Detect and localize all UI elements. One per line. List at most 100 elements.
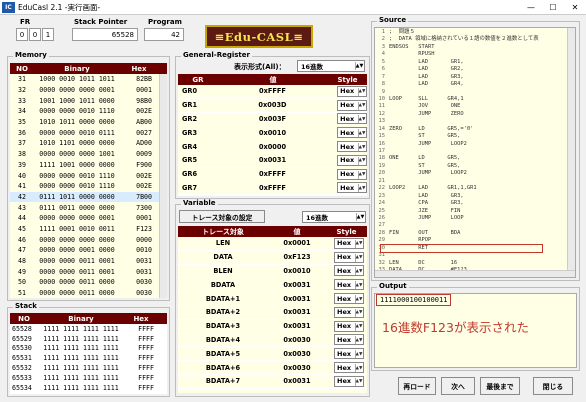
variable-name: BDATA+5 bbox=[205, 349, 241, 358]
stack-binary: 1111 1111 1111 1111 bbox=[43, 364, 119, 373]
trace-target-button[interactable]: トレース対象の設定 bbox=[179, 210, 265, 223]
display-mode-select[interactable]: 16進数 ▲▼ bbox=[297, 60, 365, 72]
stack-row[interactable]: 65534 1111 1111 1111 1111 FFFF bbox=[10, 382, 167, 393]
source-line-number: 22 bbox=[378, 185, 386, 192]
memory-row[interactable]: 49 0000 0000 0011 0001 0031 bbox=[10, 266, 167, 278]
register-style-select[interactable]: Hex ▲▼ bbox=[337, 182, 367, 194]
variable-style-select[interactable]: Hex ▲▼ bbox=[334, 334, 364, 346]
register-style-select[interactable]: Hex ▲▼ bbox=[337, 127, 367, 139]
register-style-select[interactable]: Hex ▲▼ bbox=[337, 85, 367, 97]
close-button[interactable]: 閉じる bbox=[533, 377, 573, 395]
register-row: GR2 0x003F Hex ▲▼ bbox=[178, 112, 367, 127]
memory-row[interactable]: 45 1111 0001 0010 0011 F123 bbox=[10, 223, 167, 235]
stack-row[interactable]: 65528 1111 1111 1111 1111 FFFF bbox=[10, 324, 167, 334]
stack-col-no: NO bbox=[18, 314, 30, 323]
memory-row[interactable]: 41 0000 0000 0010 1110 002E bbox=[10, 180, 167, 192]
memory-binary: 0000 0000 0011 0001 bbox=[39, 267, 115, 276]
variable-style-value: Hex bbox=[337, 363, 352, 372]
register-style-select[interactable]: Hex ▲▼ bbox=[337, 113, 367, 125]
variable-style-select[interactable]: Hex ▲▼ bbox=[334, 265, 364, 277]
memory-row[interactable]: 51 0000 0000 0011 0000 0030 bbox=[10, 287, 167, 298]
variable-style-select[interactable]: Hex ▲▼ bbox=[334, 293, 364, 305]
memory-row[interactable]: 34 0000 0000 0010 1110 002E bbox=[10, 106, 167, 117]
memory-hex: 7300 bbox=[136, 203, 152, 212]
stack-col-binary: Binary bbox=[68, 314, 94, 323]
variable-row: BDATA+6 0x0030 Hex ▲▼ bbox=[178, 361, 367, 375]
source-hscrollbar[interactable] bbox=[375, 270, 575, 277]
memory-hex: 82BB bbox=[136, 75, 152, 84]
memory-col-hex: Hex bbox=[131, 64, 147, 73]
memory-row[interactable]: 37 1010 1101 0000 0000 AD00 bbox=[10, 138, 167, 149]
source-line: 21 bbox=[375, 178, 575, 185]
memory-row[interactable]: 35 1010 1011 0000 0000 AB00 bbox=[10, 116, 167, 128]
memory-row[interactable]: 38 0000 0000 0000 1001 0009 bbox=[10, 148, 167, 160]
run-to-end-button[interactable]: 最後まで bbox=[480, 377, 520, 395]
stack-row[interactable]: 65530 1111 1111 1111 1111 FFFF bbox=[10, 343, 167, 354]
next-step-button[interactable]: 次へ bbox=[441, 377, 475, 395]
stack-row[interactable]: 65529 1111 1111 1111 1111 FFFF bbox=[10, 333, 167, 344]
memory-binary: 1001 1000 1011 0000 bbox=[39, 96, 115, 105]
register-style-select[interactable]: Hex ▲▼ bbox=[337, 99, 367, 111]
stack-row[interactable]: 65532 1111 1111 1111 1111 FFFF bbox=[10, 363, 167, 373]
source-line-text: FIN OUT BDA bbox=[389, 229, 461, 236]
memory-row[interactable]: 40 0000 0000 0010 1110 002E bbox=[10, 170, 167, 181]
memory-row[interactable]: 44 0000 0000 0000 0001 0001 bbox=[10, 212, 167, 224]
stack-hex: FFFF bbox=[138, 324, 154, 333]
stack-row[interactable]: 65533 1111 1111 1111 1111 FFFF bbox=[10, 372, 167, 383]
memory-row[interactable]: 36 0000 0000 0010 0111 0027 bbox=[10, 127, 167, 139]
memory-row[interactable]: 43 0111 0011 0000 0000 7300 bbox=[10, 202, 167, 213]
memory-table[interactable]: NO Binary Hex 31 1000 0010 1011 1011 82BB 3… bbox=[10, 63, 167, 298]
memory-address: 43 bbox=[18, 203, 26, 212]
memory-row[interactable]: 46 0000 0000 0000 0000 0000 bbox=[10, 234, 167, 245]
source-line-number: 2 bbox=[381, 36, 385, 43]
memory-row[interactable]: 48 0000 0000 0011 0001 0031 bbox=[10, 255, 167, 267]
source-vscrollbar[interactable] bbox=[567, 28, 575, 277]
memory-binary: 0000 0000 0010 1110 bbox=[39, 171, 115, 180]
register-style-select[interactable]: Hex ▲▼ bbox=[337, 141, 367, 153]
memory-hex: 0030 bbox=[136, 278, 152, 287]
memory-row[interactable]: 50 0000 0000 0011 0000 0030 bbox=[10, 277, 167, 288]
variable-style-select[interactable]: Hex ▲▼ bbox=[334, 306, 364, 318]
memory-row[interactable]: 39 1111 1001 0000 0000 F900 bbox=[10, 159, 167, 171]
source-line: 6 LAD GR2, bbox=[375, 66, 575, 73]
source-line: 31 bbox=[375, 252, 575, 259]
register-style-value: Hex bbox=[340, 87, 355, 96]
memory-row[interactable]: 42 0111 1011 0000 0000 7B00 bbox=[10, 191, 167, 203]
memory-row[interactable]: 47 0000 0000 0001 0000 0010 bbox=[10, 245, 167, 256]
memory-address: 40 bbox=[18, 171, 26, 180]
source-code-view[interactable]: 1; 問題５ 2; DATA 領域に格納されている１語の数値を２進数として表 3 EN… bbox=[374, 27, 576, 278]
variable-mode-select[interactable]: 16進数 ▲▼ bbox=[302, 211, 366, 223]
variable-style-select[interactable]: Hex ▲▼ bbox=[334, 375, 364, 387]
memory-scrollbar[interactable] bbox=[159, 74, 167, 298]
source-line-text: LOOP SLL GR4,1 bbox=[389, 95, 464, 102]
memory-hex: 002E bbox=[136, 182, 152, 191]
minimize-icon[interactable]: — bbox=[520, 0, 542, 14]
register-style-value: Hex bbox=[340, 114, 355, 123]
variable-style-select[interactable]: Hex ▲▼ bbox=[334, 362, 364, 374]
source-line-number: 8 bbox=[381, 81, 385, 88]
register-style-select[interactable]: Hex ▲▼ bbox=[337, 154, 367, 166]
variable-row: BDATA+1 0x0031 Hex ▲▼ bbox=[178, 292, 367, 306]
variable-name: BDATA bbox=[210, 280, 236, 289]
variable-col-value: 値 bbox=[293, 227, 301, 236]
maximize-icon[interactable]: ☐ bbox=[542, 0, 564, 14]
stack-row[interactable]: 65531 1111 1111 1111 1111 FFFF bbox=[10, 353, 167, 364]
memory-col-no: NO bbox=[16, 64, 28, 73]
variable-style-select[interactable]: Hex ▲▼ bbox=[334, 237, 364, 249]
reload-button[interactable]: 再ロード bbox=[398, 377, 436, 395]
variable-style-select[interactable]: Hex ▲▼ bbox=[334, 251, 364, 263]
stack-table[interactable]: NO Binary Hex 65528 1111 1111 1111 1111 FF… bbox=[10, 313, 167, 394]
close-window-icon[interactable]: ✕ bbox=[564, 0, 586, 14]
memory-hex: 002E bbox=[136, 107, 152, 116]
variable-style-select[interactable]: Hex ▲▼ bbox=[334, 320, 364, 332]
memory-row[interactable]: 32 0000 0000 0000 0001 0001 bbox=[10, 84, 167, 96]
chevron-updown-icon: ▲▼ bbox=[355, 295, 363, 304]
variable-style-select[interactable]: Hex ▲▼ bbox=[334, 348, 364, 360]
memory-col-binary: Binary bbox=[64, 64, 90, 73]
variable-value: 0x0001 bbox=[283, 239, 311, 248]
memory-row[interactable]: 31 1000 0010 1011 1011 82BB bbox=[10, 74, 167, 85]
variable-style-select[interactable]: Hex ▲▼ bbox=[334, 279, 364, 291]
memory-row[interactable]: 33 1001 1000 1011 0000 98B0 bbox=[10, 95, 167, 107]
variable-name: BDATA+3 bbox=[205, 322, 241, 331]
register-style-select[interactable]: Hex ▲▼ bbox=[337, 168, 367, 180]
